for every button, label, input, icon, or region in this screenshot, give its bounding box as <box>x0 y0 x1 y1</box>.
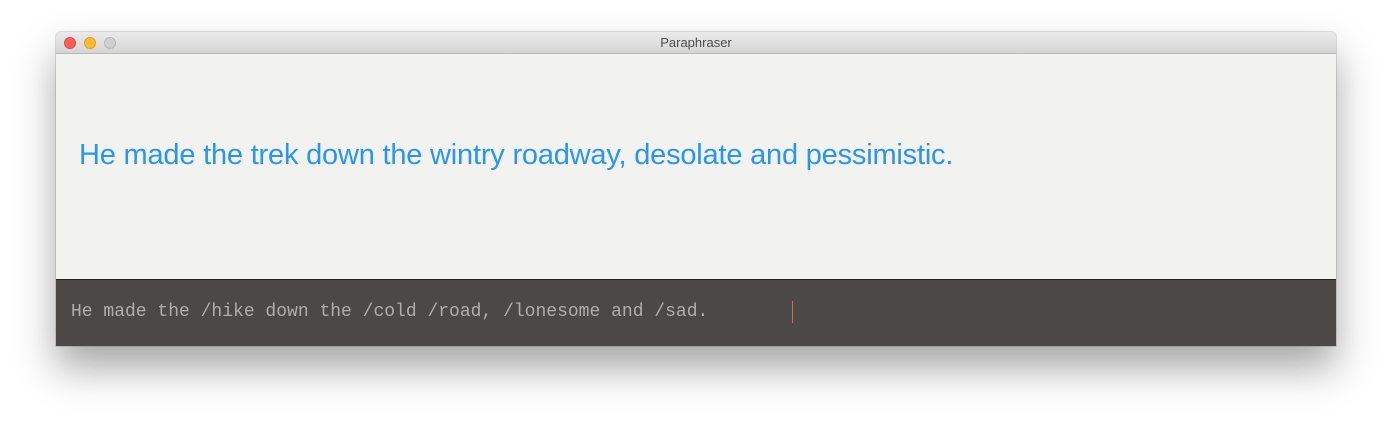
paraphrase-output-panel: He made the trek down the wintry roadway… <box>56 54 1336 279</box>
input-text[interactable]: He made the /hike down the /cold /road, … <box>71 302 708 322</box>
input-editor[interactable]: He made the /hike down the /cold /road, … <box>56 279 1336 346</box>
window-title: Paraphraser <box>660 35 732 50</box>
app-window: Paraphraser He made the trek down the wi… <box>56 32 1336 346</box>
title-bar[interactable]: Paraphraser <box>56 32 1336 54</box>
paraphrase-output-text: He made the trek down the wintry roadway… <box>79 139 954 171</box>
text-caret <box>792 301 793 323</box>
